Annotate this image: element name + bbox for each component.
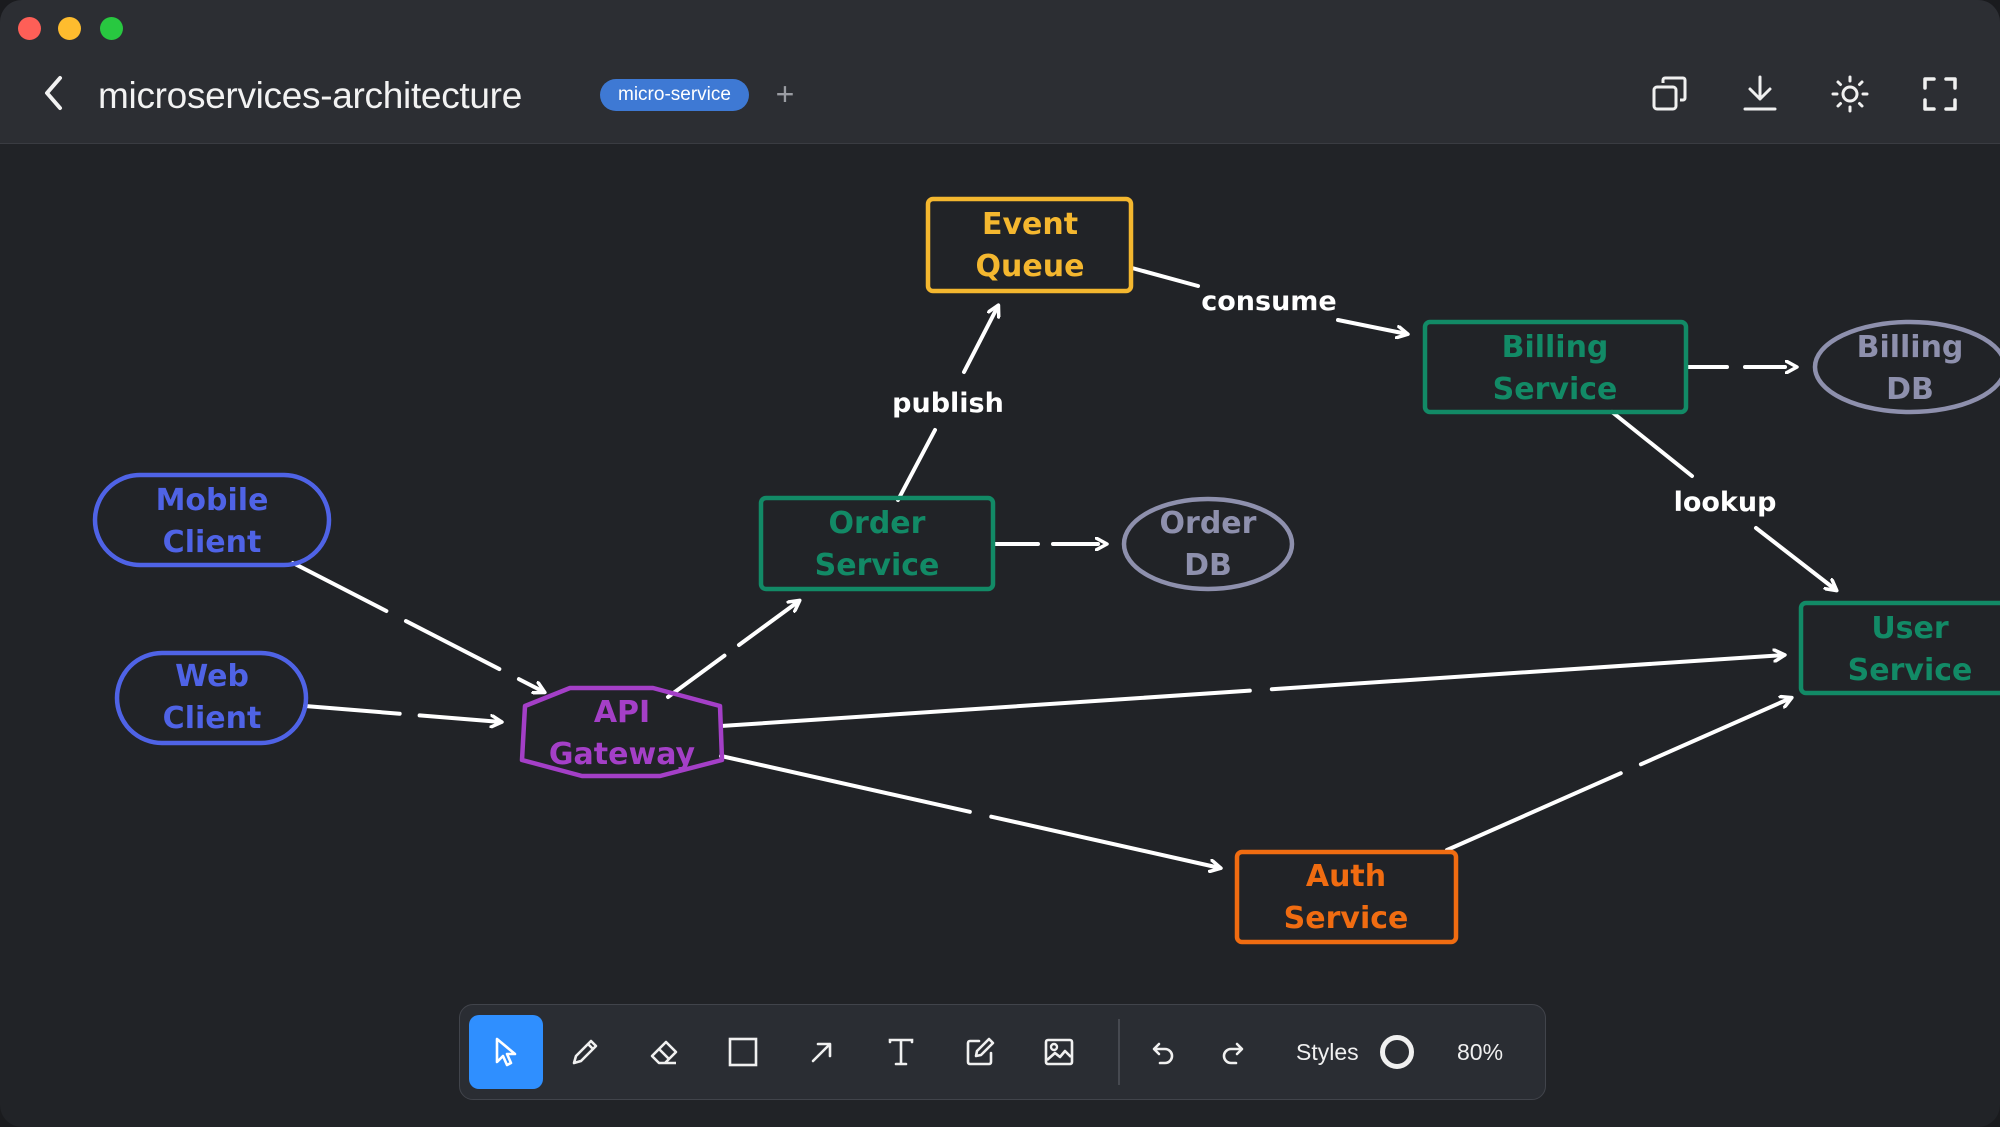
node-auth-service-line1: Auth: [1306, 859, 1386, 894]
node-web-client[interactable]: Web Client: [114, 650, 309, 746]
edit-note-icon: [966, 1037, 995, 1066]
duplicate-button[interactable]: [1650, 74, 1690, 114]
theme-toggle-button[interactable]: [1830, 74, 1870, 114]
download-icon: [1743, 75, 1777, 111]
fullscreen-icon: [1923, 77, 1957, 111]
fullscreen-button[interactable]: [1920, 74, 1960, 114]
node-mobile-client[interactable]: Mobile Client: [92, 472, 332, 568]
style-picker-circle-icon[interactable]: [1380, 1035, 1414, 1069]
arrow-diagonal-icon: [811, 1042, 832, 1063]
cursor-arrow-icon: [495, 1037, 517, 1067]
node-order-service-line2: Service: [815, 548, 940, 583]
close-window-button[interactable]: [18, 17, 41, 40]
note-tool-button[interactable]: [943, 1015, 1017, 1089]
node-order-db[interactable]: Order DB: [1121, 496, 1295, 592]
node-billing-service-line2: Service: [1493, 372, 1618, 407]
edge-queue-to-billing-head[interactable]: [1336, 318, 1407, 334]
node-mobile-client-line1: Mobile: [156, 483, 269, 518]
back-button[interactable]: [38, 72, 72, 116]
node-billing-db-line2: DB: [1886, 372, 1934, 407]
node-billing-db-line1: Billing: [1857, 330, 1964, 365]
eraser-icon: [650, 1040, 678, 1065]
node-event-queue-line2: Queue: [976, 249, 1085, 284]
app-window: microservices-architecture micro-service…: [0, 0, 2000, 1127]
node-order-service[interactable]: Order Service: [758, 495, 996, 592]
chevron-left-icon: [45, 76, 62, 110]
node-auth-service[interactable]: Auth Service: [1234, 849, 1459, 945]
node-user-service-line2: Service: [1848, 653, 1973, 688]
toolbar-divider: [1118, 1019, 1120, 1085]
text-tool-button[interactable]: [864, 1015, 938, 1089]
node-user-service[interactable]: User Service: [1798, 600, 2000, 696]
edge-billing-to-user[interactable]: [1610, 410, 1694, 478]
document-title[interactable]: microservices-architecture: [98, 74, 522, 118]
node-event-queue[interactable]: Event Queue: [925, 196, 1134, 294]
node-billing-db[interactable]: Billing DB: [1812, 319, 2000, 415]
image-tool-button[interactable]: [1022, 1015, 1096, 1089]
node-api-gateway-line1: API: [594, 695, 650, 730]
node-web-client-line1: Web: [175, 659, 249, 694]
pencil-tool-button[interactable]: [548, 1015, 622, 1089]
edge-label-publish[interactable]: publish: [892, 388, 1004, 419]
node-web-client-line2: Client: [163, 701, 262, 736]
minimize-window-button[interactable]: [58, 17, 81, 40]
node-order-db-line1: Order: [1160, 506, 1257, 541]
node-billing-service[interactable]: Billing Service: [1422, 319, 1689, 415]
edge-web-to-gateway[interactable]: [303, 704, 501, 722]
pencil-icon: [572, 1039, 598, 1065]
edge-label-lookup[interactable]: lookup: [1674, 487, 1777, 518]
rectangle-icon: [728, 1037, 758, 1067]
node-user-service-line1: User: [1871, 611, 1949, 646]
duplicate-icon: [1652, 76, 1687, 111]
node-order-service-line1: Order: [829, 506, 926, 541]
diagram-canvas[interactable]: consume publish lookup Event Queue Billi…: [0, 144, 2000, 1127]
redo-icon: [1222, 1042, 1244, 1065]
edge-billing-to-user-head[interactable]: [1754, 526, 1836, 590]
theme-sun-icon: [1831, 75, 1869, 113]
node-mobile-client-line2: Client: [163, 525, 262, 560]
undo-button[interactable]: [1132, 1015, 1192, 1089]
download-button[interactable]: [1740, 74, 1780, 114]
text-icon: [888, 1038, 914, 1066]
undo-icon: [1152, 1042, 1174, 1065]
styles-label[interactable]: Styles: [1296, 1037, 1359, 1067]
node-billing-service-line1: Billing: [1502, 330, 1609, 365]
edge-gateway-to-auth[interactable]: [719, 754, 1220, 868]
zoom-level[interactable]: 80%: [1457, 1037, 1503, 1067]
drawing-toolbar: Styles 80%: [459, 1004, 1546, 1100]
title-bar: microservices-architecture micro-service…: [0, 0, 2000, 144]
node-api-gateway[interactable]: API Gateway: [519, 685, 725, 779]
arrow-tool-button[interactable]: [785, 1015, 859, 1089]
redo-button[interactable]: [1204, 1015, 1264, 1089]
rectangle-tool-button[interactable]: [706, 1015, 780, 1089]
eraser-tool-button[interactable]: [627, 1015, 701, 1089]
edge-gateway-to-order[interactable]: [666, 601, 799, 699]
edge-order-to-queue[interactable]: [896, 428, 937, 502]
add-tag-button[interactable]: +: [770, 76, 800, 112]
image-icon: [1044, 1038, 1074, 1066]
edge-order-to-queue-head[interactable]: [962, 306, 998, 374]
tag-badge[interactable]: micro-service: [600, 79, 749, 111]
maximize-window-button[interactable]: [100, 17, 123, 40]
edge-auth-to-user[interactable]: [1445, 698, 1791, 852]
select-tool-button[interactable]: [469, 1015, 543, 1089]
node-auth-service-line2: Service: [1284, 901, 1409, 936]
edge-queue-to-billing[interactable]: [1130, 266, 1200, 288]
node-event-queue-line1: Event: [982, 207, 1078, 242]
node-order-db-line2: DB: [1184, 548, 1232, 583]
edge-gateway-to-user[interactable]: [719, 655, 1784, 728]
node-api-gateway-line2: Gateway: [549, 737, 696, 772]
edge-label-consume[interactable]: consume: [1201, 286, 1337, 317]
edge-mobile-to-gateway[interactable]: [291, 561, 544, 692]
